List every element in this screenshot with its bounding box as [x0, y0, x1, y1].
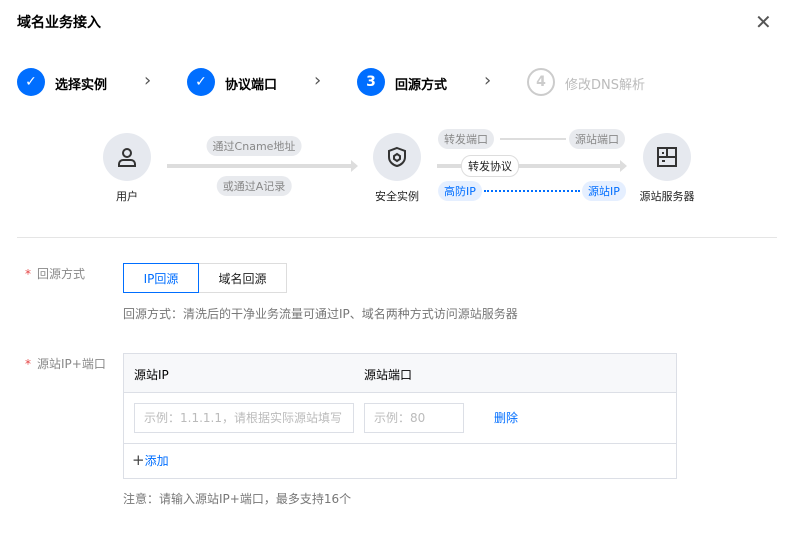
dialog-title: 域名业务接入 [17, 15, 101, 31]
user-icon [103, 133, 151, 181]
step-2-label: 协议端口 [225, 78, 278, 93]
step-3-label: 回源方式 [395, 78, 448, 93]
user-label: 用户 [116, 190, 138, 203]
chevron-right-icon: › [314, 70, 322, 91]
cname-pill: 通过Cname地址 [206, 136, 302, 156]
arrow [167, 160, 358, 172]
fwd-port-pill: 转发端口 [438, 129, 494, 149]
dotted-double-arrow [484, 190, 580, 192]
step-1-label: 选择实例 [55, 78, 108, 93]
step-3-number: 3 [357, 68, 385, 96]
origin-port-input[interactable] [364, 403, 464, 433]
origin-ip-input[interactable] [134, 403, 354, 433]
src-ip-pill: 源站IP [582, 181, 626, 201]
origin-mode-help: 回源方式：清洗后的干净业务流量可通过IP、域名两种方式访问源站服务器 [123, 307, 518, 321]
shield-icon [373, 133, 421, 181]
fwd-protocol-pill: 转发协议 [461, 155, 519, 177]
origin-ip-table: 源站IP 源站端口 删除 +添加 [123, 353, 677, 479]
server-icon [643, 133, 691, 181]
step-4-label: 修改DNS解析 [565, 78, 645, 93]
server-label: 源站服务器 [639, 190, 695, 203]
delete-link[interactable]: 删除 [494, 409, 518, 426]
col-ip: 源站IP [134, 368, 169, 382]
plus-icon: + [132, 451, 145, 469]
arecord-pill: 或通过A记录 [216, 176, 292, 196]
origin-ip-label: * 源站IP+端口 [25, 357, 106, 371]
divider [17, 237, 777, 238]
close-icon[interactable]: ✕ [755, 10, 772, 34]
chevron-right-icon: › [484, 70, 492, 91]
ip-origin-option[interactable]: IP回源 [123, 263, 199, 293]
origin-ip-note: 注意：请输入源站IP+端口，最多支持16个 [123, 492, 352, 506]
step-4-number: 4 [527, 68, 555, 96]
step-1-check-icon: ✓ [17, 68, 45, 96]
hf-ip-pill: 高防IP [438, 181, 482, 201]
instance-label: 安全实例 [375, 190, 419, 203]
chevron-right-icon: › [144, 70, 152, 91]
table-header: 源站IP 源站端口 [124, 354, 676, 393]
step-2-check-icon: ✓ [187, 68, 215, 96]
col-port: 源站端口 [364, 368, 413, 382]
add-button[interactable]: +添加 [132, 451, 169, 469]
double-arrow [500, 138, 566, 140]
table-row: 删除 [124, 393, 676, 444]
src-port-pill: 源站端口 [569, 129, 625, 149]
add-row: +添加 [124, 444, 676, 478]
domain-origin-option[interactable]: 域名回源 [198, 263, 287, 293]
origin-mode-label: * 回源方式 [25, 267, 86, 281]
